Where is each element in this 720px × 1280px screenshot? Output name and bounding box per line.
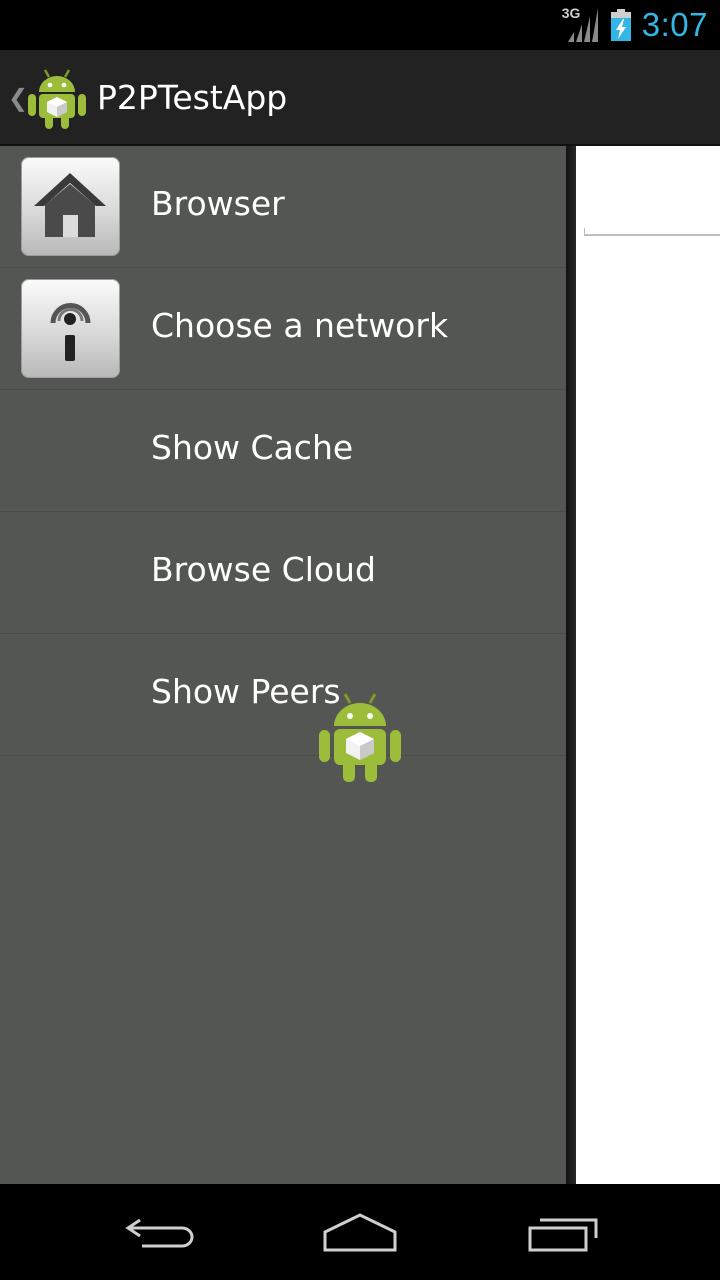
drawer-shadow — [566, 146, 576, 1184]
action-bar: ❮ P2PTestApp — [0, 50, 720, 146]
app-title: P2PTestApp — [97, 78, 288, 117]
drawer-item-label: Choose a network — [151, 306, 449, 345]
drawer-item-show-peers[interactable]: Show Peers — [0, 634, 572, 756]
drawer-item-show-cache[interactable]: Show Cache — [0, 390, 572, 512]
content-pane[interactable] — [576, 146, 720, 1184]
recent-apps-icon[interactable] — [500, 1184, 620, 1280]
drawer-item-label: Browse Cloud — [151, 550, 376, 589]
home-icon — [21, 157, 120, 256]
android-app-icon[interactable] — [26, 66, 88, 130]
drawer-item-choose-network[interactable]: Choose a network — [0, 268, 572, 390]
drawer-item-label: Show Peers — [151, 672, 341, 711]
content-divider — [584, 234, 720, 236]
drawer-item-label: Show Cache — [151, 428, 354, 467]
system-nav-bar — [0, 1184, 720, 1280]
info-icon — [21, 279, 120, 378]
signal-icon: 3G — [561, 5, 600, 42]
navigation-drawer: Browser Choose a network Show Cache Brow… — [0, 146, 572, 1184]
android-drag-icon[interactable] — [316, 690, 404, 784]
clock: 3:07 — [641, 6, 708, 43]
network-type-label: 3G — [561, 5, 581, 21]
drawer-item-browser[interactable]: Browser — [0, 146, 572, 268]
back-icon[interactable] — [100, 1184, 220, 1280]
battery-charging-icon — [610, 9, 632, 41]
status-bar: 3G 3:07 — [0, 0, 720, 50]
home-nav-icon[interactable] — [300, 1184, 420, 1280]
status-indicators: 3G 3:07 — [562, 0, 708, 50]
screen: 3G 3:07 ❮ P2PTestApp Browser Choose a ne… — [0, 0, 720, 1280]
drawer-item-label: Browser — [151, 184, 285, 223]
drawer-item-browse-cloud[interactable]: Browse Cloud — [0, 512, 572, 634]
